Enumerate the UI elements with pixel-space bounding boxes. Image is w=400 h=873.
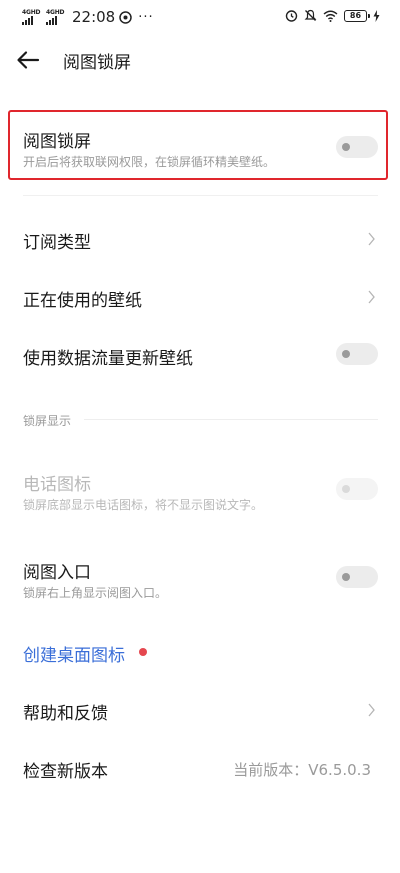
phone-icon-setting-row[interactable]: 电话图标 锁屏底部显示电话图标，将不显示图说文字。 <box>0 460 400 520</box>
lock-screen-toggle[interactable] <box>336 136 378 158</box>
chevron-right-icon <box>368 703 375 717</box>
signal-label: 4GHD <box>22 9 41 16</box>
battery-icon: 86 <box>344 9 370 22</box>
section-divider <box>84 419 378 420</box>
page-title: 阅图锁屏 <box>63 53 131 73</box>
alarm-icon <box>285 10 298 22</box>
entry-subtitle: 锁屏右上角显示阅图入口。 <box>23 586 168 600</box>
chevron-right-icon <box>368 232 375 246</box>
lock-screen-title: 阅图锁屏 <box>23 132 91 152</box>
check-update-label: 检查新版本 <box>23 762 108 782</box>
subscription-type-row[interactable]: 订阅类型 <box>0 214 400 264</box>
app-header: 阅图锁屏 <box>0 40 400 80</box>
more-notifications-icon: ··· <box>138 9 154 25</box>
section-lock-display-label: 锁屏显示 <box>23 414 72 428</box>
chevron-right-icon <box>368 290 375 304</box>
create-shortcut-row[interactable]: 创建桌面图标 <box>0 628 400 676</box>
help-feedback-row[interactable]: 帮助和反馈 <box>0 685 400 735</box>
charging-icon <box>373 9 380 22</box>
phone-icon-title: 电话图标 <box>23 475 91 495</box>
entry-setting-row[interactable]: 阅图入口 锁屏右上角显示阅图入口。 <box>0 548 400 608</box>
back-button[interactable] <box>14 46 42 74</box>
subscription-type-label: 订阅类型 <box>23 233 91 253</box>
clock: 22:08 <box>72 8 116 26</box>
mobile-data-update-label: 使用数据流量更新壁纸 <box>23 349 193 369</box>
current-version: 当前版本：V6.5.0.3 <box>233 761 371 779</box>
lock-screen-subtitle: 开启后将获取联网权限，在锁屏循环精美壁纸。 <box>23 155 276 169</box>
signal-icon: 4GHD <box>46 9 66 25</box>
status-bar: 4GHD 4GHD 22:08 ··· 86 <box>0 0 400 36</box>
entry-title: 阅图入口 <box>23 563 91 583</box>
gallery-app-icon <box>119 10 132 24</box>
phone-icon-subtitle: 锁屏底部显示电话图标，将不显示图说文字。 <box>23 498 264 512</box>
new-badge-dot <box>139 648 147 656</box>
wifi-icon <box>323 10 338 22</box>
mobile-data-update-row[interactable]: 使用数据流量更新壁纸 <box>0 330 400 380</box>
wallpaper-in-use-label: 正在使用的壁纸 <box>23 291 142 311</box>
entry-toggle[interactable] <box>336 566 378 588</box>
divider <box>23 195 378 196</box>
phone-icon-toggle[interactable] <box>336 478 378 500</box>
signal-icon: 4GHD <box>22 9 42 25</box>
mute-icon <box>304 9 317 21</box>
signal-label: 4GHD <box>46 9 65 16</box>
mobile-data-update-toggle[interactable] <box>336 343 378 365</box>
create-shortcut-link[interactable]: 创建桌面图标 <box>23 641 125 666</box>
check-update-row[interactable]: 检查新版本 当前版本：V6.5.0.3 <box>0 743 400 793</box>
help-feedback-label: 帮助和反馈 <box>23 704 108 724</box>
wallpaper-in-use-row[interactable]: 正在使用的壁纸 <box>0 272 400 322</box>
lock-screen-setting-row[interactable]: 阅图锁屏 开启后将获取联网权限，在锁屏循环精美壁纸。 <box>0 112 400 178</box>
back-arrow-icon <box>17 51 40 69</box>
